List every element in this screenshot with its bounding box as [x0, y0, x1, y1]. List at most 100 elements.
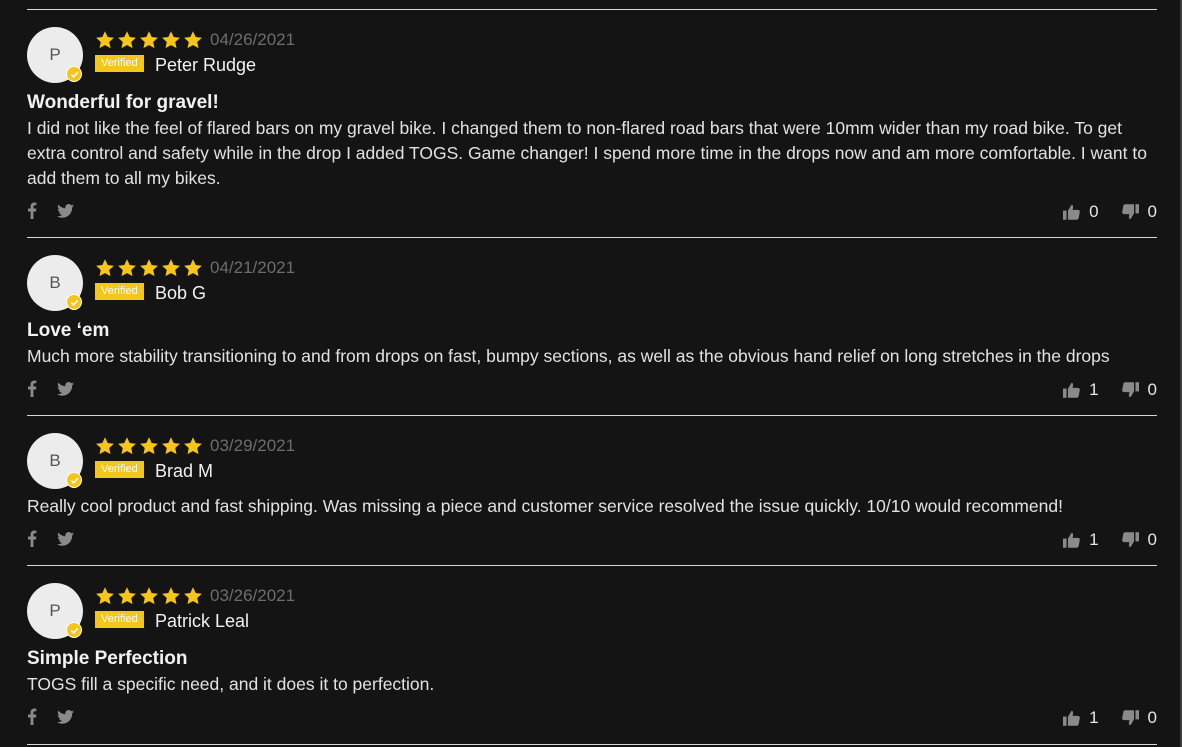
review-item: P 04/26/2021 Verified Peter Rudge Wonder…: [27, 9, 1157, 237]
verified-badge: Verified: [95, 461, 144, 478]
thumbs-down-icon: [1121, 382, 1139, 398]
reviewer-name: Brad M: [155, 461, 214, 481]
star-icon: [184, 259, 202, 277]
upvote-button[interactable]: 1: [1063, 380, 1099, 400]
thumbs-up-icon: [1063, 710, 1080, 726]
downvote-button[interactable]: 0: [1121, 380, 1157, 400]
star-rating: [95, 30, 203, 50]
verified-check-icon: [66, 294, 82, 310]
vote-controls: 0 0: [1063, 202, 1157, 222]
review-date: 04/21/2021: [210, 258, 296, 277]
downvote-button[interactable]: 0: [1121, 530, 1157, 550]
star-icon: [96, 31, 114, 49]
star-icon: [118, 437, 136, 455]
verified-check-icon: [66, 66, 82, 82]
reviewer-name: Patrick Leal: [155, 611, 250, 631]
avatar: B: [27, 255, 83, 311]
star-icon: [162, 259, 180, 277]
upvote-button[interactable]: 0: [1063, 202, 1099, 222]
thumbs-down-icon: [1121, 710, 1139, 726]
star-rating: [95, 586, 203, 606]
vote-controls: 1 0: [1063, 708, 1157, 728]
avatar: P: [27, 27, 83, 83]
upvote-count: 1: [1089, 380, 1099, 399]
review-title: Simple Perfection: [27, 648, 188, 669]
share-links: [27, 708, 74, 725]
star-icon: [118, 31, 136, 49]
upvote-count: 1: [1089, 530, 1099, 549]
twitter-icon[interactable]: [57, 203, 74, 218]
review-item: B 04/21/2021 Verified Bob G Love ‘em Muc…: [27, 237, 1157, 415]
review-body: Really cool product and fast shipping. W…: [27, 496, 1063, 516]
avatar-initial: B: [49, 273, 61, 292]
thumbs-up-icon: [1063, 532, 1080, 548]
review-title: Love ‘em: [27, 320, 110, 341]
star-icon: [162, 437, 180, 455]
twitter-icon[interactable]: [57, 531, 74, 546]
thumbs-down-icon: [1121, 204, 1139, 220]
star-icon: [184, 437, 202, 455]
thumbs-up-icon: [1063, 204, 1080, 220]
review-title: Wonderful for gravel!: [27, 92, 219, 113]
star-icon: [140, 437, 158, 455]
upvote-count: 0: [1089, 202, 1099, 221]
star-icon: [184, 31, 202, 49]
thumbs-up-icon: [1063, 382, 1080, 398]
verified-check-icon: [66, 622, 82, 638]
upvote-button[interactable]: 1: [1063, 708, 1099, 728]
avatar: P: [27, 583, 83, 639]
verified-badge: Verified: [95, 283, 144, 300]
review-item: B 03/29/2021 Verified Brad M Really cool…: [27, 415, 1157, 565]
downvote-count: 0: [1147, 708, 1157, 727]
star-icon: [96, 259, 114, 277]
downvote-count: 0: [1147, 202, 1157, 221]
verified-check-icon: [66, 472, 82, 488]
reviewer-name: Peter Rudge: [155, 55, 257, 75]
review-body: TOGS fill a specific need, and it does i…: [27, 674, 435, 694]
avatar: B: [27, 433, 83, 489]
vote-controls: 1 0: [1063, 530, 1157, 550]
star-icon: [162, 587, 180, 605]
star-rating: [95, 436, 203, 456]
star-icon: [140, 259, 158, 277]
thumbs-down-icon: [1121, 532, 1139, 548]
twitter-icon[interactable]: [57, 709, 74, 724]
review-list: P 04/26/2021 Verified Peter Rudge Wonder…: [27, 9, 1157, 745]
share-links: [27, 380, 74, 397]
review-date: 03/26/2021: [210, 586, 296, 605]
facebook-icon[interactable]: [27, 708, 37, 725]
facebook-icon[interactable]: [27, 202, 37, 219]
star-icon: [96, 437, 114, 455]
star-icon: [140, 587, 158, 605]
review-body: I did not like the feel of flared bars o…: [27, 118, 1147, 188]
share-links: [27, 202, 74, 219]
review-item: P 03/26/2021 Verified Patrick Leal Simpl…: [27, 565, 1157, 745]
star-icon: [118, 587, 136, 605]
review-date: 03/29/2021: [210, 436, 296, 455]
review-body: Much more stability transitioning to and…: [27, 346, 1110, 366]
twitter-icon[interactable]: [57, 381, 74, 396]
downvote-count: 0: [1147, 530, 1157, 549]
avatar-initial: B: [49, 451, 61, 470]
upvote-button[interactable]: 1: [1063, 530, 1099, 550]
downvote-button[interactable]: 0: [1121, 202, 1157, 222]
verified-badge: Verified: [95, 55, 144, 72]
share-links: [27, 530, 74, 547]
star-icon: [162, 31, 180, 49]
avatar-initial: P: [49, 45, 61, 64]
downvote-button[interactable]: 0: [1121, 708, 1157, 728]
avatar-initial: P: [49, 601, 61, 620]
facebook-icon[interactable]: [27, 380, 37, 397]
star-icon: [184, 587, 202, 605]
review-date: 04/26/2021: [210, 30, 296, 49]
star-rating: [95, 258, 203, 278]
vote-controls: 1 0: [1063, 380, 1157, 400]
upvote-count: 1: [1089, 708, 1099, 727]
reviewer-name: Bob G: [155, 283, 207, 303]
facebook-icon[interactable]: [27, 530, 37, 547]
star-icon: [118, 259, 136, 277]
downvote-count: 0: [1147, 380, 1157, 399]
star-icon: [96, 587, 114, 605]
verified-badge: Verified: [95, 611, 144, 628]
star-icon: [140, 31, 158, 49]
